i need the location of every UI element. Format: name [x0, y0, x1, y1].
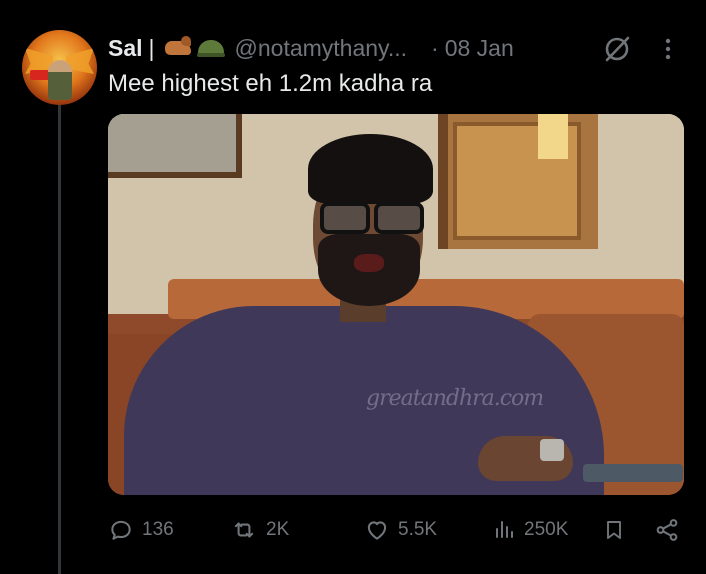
heart-icon — [367, 521, 387, 540]
author-handle[interactable]: @notamythany... — [235, 35, 408, 62]
media-person-glasses — [320, 202, 424, 234]
name-separator: | — [148, 34, 155, 61]
horse-emoji-icon — [163, 36, 193, 59]
like-button[interactable]: 5.5K — [364, 512, 437, 548]
views-chart-icon — [496, 521, 513, 538]
views-button[interactable]: 250K — [492, 512, 568, 548]
like-count: 5.5K — [398, 519, 438, 540]
thread-line — [58, 100, 61, 574]
media-lamp — [538, 114, 568, 159]
views-count: 250K — [524, 519, 569, 540]
media-window — [108, 114, 242, 178]
media-watermark: greatandhra.com — [366, 386, 544, 411]
media-tablet — [583, 464, 683, 482]
media-person-mouth — [354, 254, 384, 272]
grok-icon[interactable] — [602, 34, 632, 64]
author-name[interactable]: Sal — [108, 35, 143, 62]
bookmark-button[interactable] — [602, 512, 634, 548]
date-dot: · — [431, 34, 439, 61]
retweet-icon — [234, 522, 254, 538]
avatar-figure — [48, 60, 72, 100]
media-person-hair — [308, 134, 433, 204]
tweet-media-image[interactable]: greatandhra.com — [108, 114, 684, 495]
share-icon — [656, 519, 678, 541]
reply-button[interactable]: 136 — [108, 512, 174, 548]
avatar[interactable] — [22, 30, 97, 105]
media-person-watch — [540, 439, 564, 461]
action-bar: 136 2K 5.5K 250K — [108, 512, 706, 548]
retweet-count: 2K — [266, 519, 290, 540]
retweet-button[interactable]: 2K — [230, 512, 289, 548]
reply-count: 136 — [142, 519, 174, 540]
helmet-emoji-icon — [196, 37, 225, 59]
tweet-text: Mee highest eh 1.2m kadha ra — [108, 70, 433, 97]
bookmark-icon — [607, 521, 621, 539]
reply-icon — [111, 520, 131, 540]
share-button[interactable] — [654, 512, 688, 548]
more-icon[interactable] — [660, 34, 676, 64]
tweet-date[interactable]: 08 Jan — [445, 35, 514, 62]
